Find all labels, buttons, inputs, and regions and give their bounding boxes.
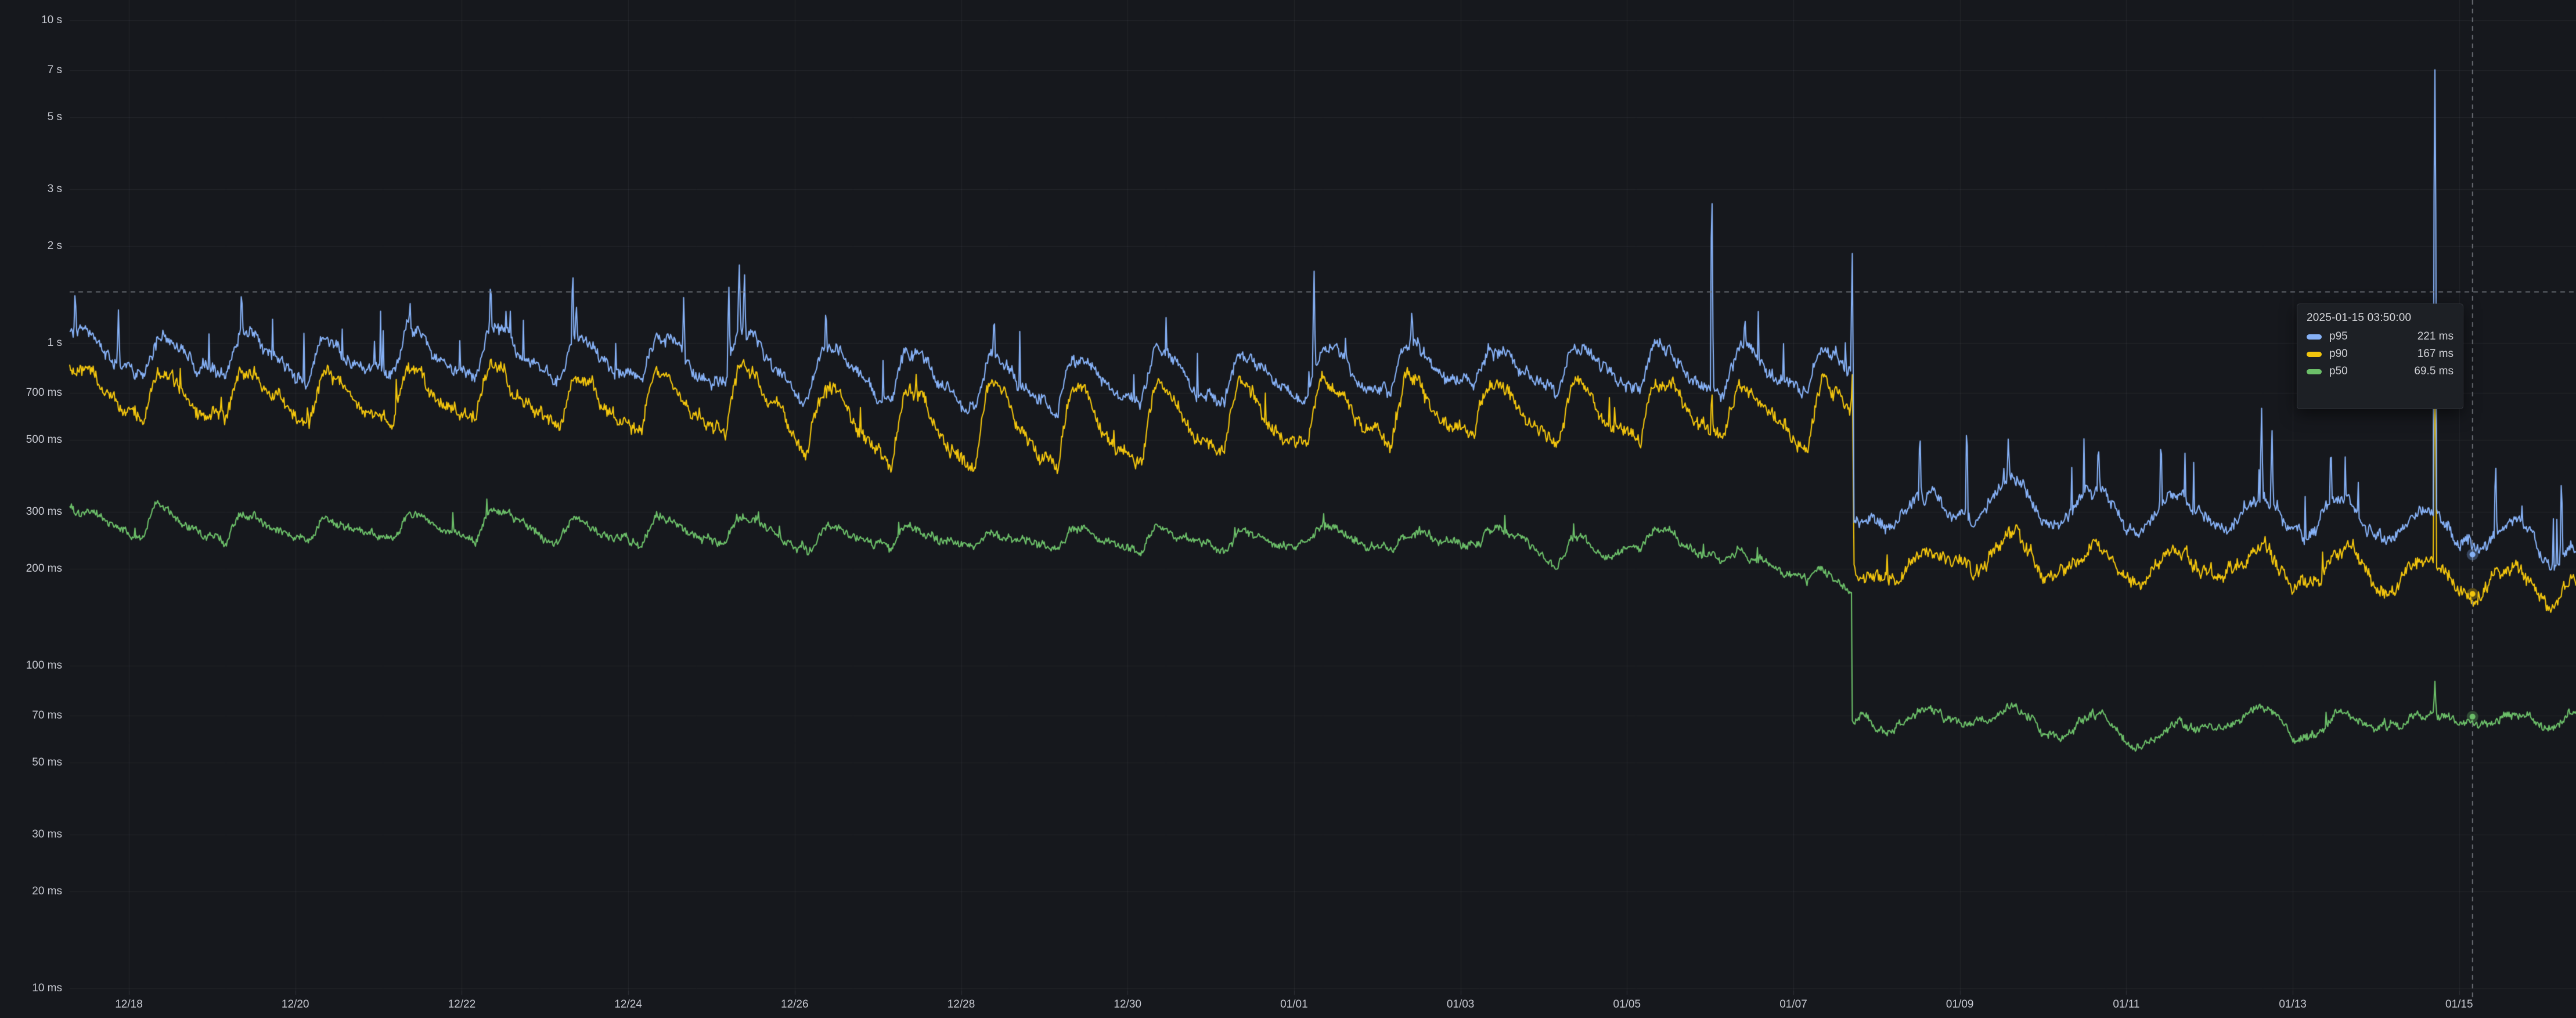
tooltip-series-value: 221 ms	[2418, 330, 2453, 343]
tooltip-series-label: p50	[2329, 365, 2414, 378]
y-tick-label: 5 s	[4, 111, 62, 124]
y-tick-label: 1 s	[4, 337, 62, 349]
tooltip-row-p95: p95 221 ms	[2307, 330, 2453, 343]
tooltip-series-value: 167 ms	[2418, 348, 2453, 360]
y-tick-label: 10 ms	[4, 982, 62, 995]
y-tick-label: 50 ms	[4, 756, 62, 769]
y-tick-label: 7 s	[4, 64, 62, 77]
tooltip-series-value: 69.5 ms	[2414, 365, 2453, 378]
p50-series-color-swatch-icon	[2307, 369, 2322, 374]
tooltip-timestamp: 2025-01-15 03:50:00	[2307, 312, 2453, 324]
x-tick-label: 12/20	[282, 998, 309, 1011]
y-tick-label: 2 s	[4, 240, 62, 252]
timeseries-panel: 10 s 7 s 5 s 3 s 2 s 1 s 700 ms 500 ms 300 ms 200…	[0, 0, 2576, 1018]
x-tick-label: 01/11	[2113, 998, 2139, 1011]
x-tick-label: 12/22	[448, 998, 476, 1011]
y-tick-label: 200 ms	[4, 562, 62, 575]
chart-canvas[interactable]	[0, 0, 2576, 1018]
y-tick-label: 300 ms	[4, 506, 62, 518]
x-tick-label: 01/07	[1779, 998, 1807, 1011]
x-tick-label: 12/24	[614, 998, 642, 1011]
x-tick-label: 01/13	[2279, 998, 2307, 1011]
x-tick-label: 01/05	[1613, 998, 1641, 1011]
x-tick-label: 12/26	[781, 998, 809, 1011]
x-tick-label: 01/01	[1280, 998, 1308, 1011]
tooltip-series-label: p90	[2329, 348, 2418, 360]
x-tick-label: 12/18	[115, 998, 143, 1011]
hover-tooltip: 2025-01-15 03:50:00 p95 221 ms p90 167 m…	[2297, 304, 2463, 409]
y-tick-label: 3 s	[4, 183, 62, 196]
x-tick-label: 12/28	[947, 998, 975, 1011]
y-tick-label: 100 ms	[4, 659, 62, 672]
p95-series-color-swatch-icon	[2307, 334, 2322, 340]
tooltip-row-p90: p90 167 ms	[2307, 348, 2453, 360]
y-tick-label: 700 ms	[4, 387, 62, 399]
x-tick-label: 01/09	[1946, 998, 1974, 1011]
y-tick-label: 70 ms	[4, 709, 62, 722]
x-tick-label: 01/03	[1447, 998, 1475, 1011]
y-tick-label: 20 ms	[4, 885, 62, 898]
x-tick-label: 01/15	[2445, 998, 2473, 1011]
tooltip-row-p50: p50 69.5 ms	[2307, 365, 2453, 378]
p90-series-color-swatch-icon	[2307, 352, 2322, 357]
y-tick-label: 30 ms	[4, 828, 62, 841]
y-tick-label: 500 ms	[4, 434, 62, 446]
x-tick-label: 12/30	[1114, 998, 1141, 1011]
y-tick-label: 10 s	[4, 14, 62, 27]
tooltip-series-label: p95	[2329, 330, 2418, 343]
